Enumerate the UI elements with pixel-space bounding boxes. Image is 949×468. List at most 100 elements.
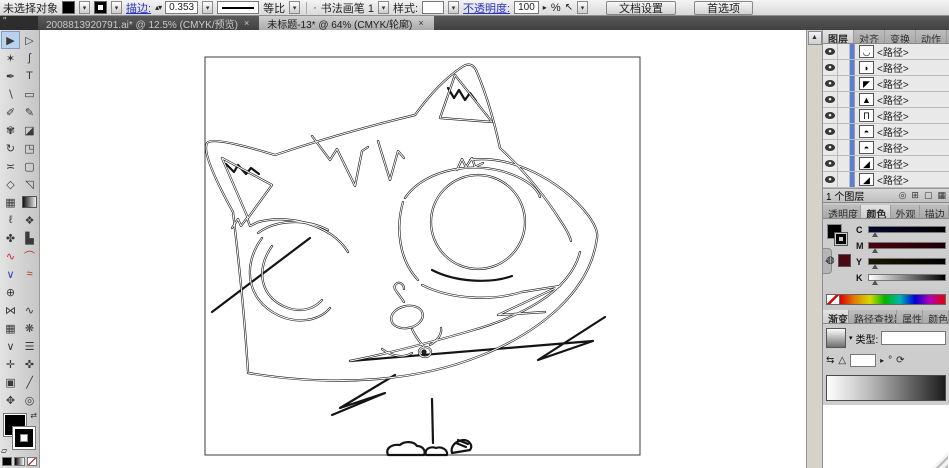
close-tab-icon[interactable]: × [416,18,425,29]
lock-toggle[interactable] [838,92,850,107]
new-layer-icon[interactable]: ▢ [924,190,933,201]
scroll-up-icon[interactable]: ▲ [808,31,822,45]
lock-toggle[interactable] [838,60,850,75]
gradient-type-select[interactable] [881,331,946,345]
panel-tab-3[interactable]: 动作 [916,30,947,43]
fill-stroke-indicator[interactable]: ⇄ ▱ [0,411,38,455]
lasso-tool[interactable]: ʃ [20,49,39,67]
visibility-toggle[interactable] [823,76,838,91]
blob-brush-tool[interactable]: ✾ [1,121,20,139]
layer-label[interactable]: <路径> [877,60,909,75]
plugin-arc-tool[interactable]: ⌒ [20,247,39,265]
paintbrush-tool[interactable]: ✐ [1,103,20,121]
layer-label[interactable]: <路径> [877,92,909,107]
layer-row[interactable]: ◢<路径> [823,172,949,188]
close-tab-icon[interactable]: × [242,18,251,29]
panel-tab-0[interactable]: 图层 [823,30,854,43]
panel-tab-0[interactable]: 渐变 [823,310,849,323]
visibility-toggle[interactable] [823,124,838,139]
stroke-dropdown-icon[interactable]: ▾ [111,1,122,14]
layer-row[interactable]: ◗<路径> [823,60,949,76]
canvas-area[interactable] [40,30,806,468]
slice-tool[interactable]: ▣ [1,373,20,391]
stroke-stepper-icon[interactable]: ▴▾ [155,3,161,12]
opacity-spinner-icon[interactable]: ▸ [543,3,547,12]
fill-dropdown-icon[interactable]: ▾ [79,1,90,14]
document-setup-button[interactable]: 文档设置 [606,1,676,15]
knife-tool[interactable]: ╱ [20,373,39,391]
visibility-toggle[interactable] [823,44,838,59]
pen-tool[interactable]: ✒ [1,67,20,85]
cmyk-slider-y[interactable]: Y [856,255,946,268]
clipping-mask-icon[interactable]: ◎ [899,190,907,201]
cmyk-slider-m[interactable]: M [856,239,946,252]
none-mode-button[interactable] [27,457,37,466]
opacity-field[interactable]: 100 [514,1,539,14]
layer-row[interactable]: ◓<路径> [823,140,949,156]
out-of-gamut-icon[interactable]: ◍ [826,255,835,266]
hand-tool[interactable]: ✥ [1,391,20,409]
layer-label[interactable]: <路径> [877,124,909,139]
angle-spinner-icon[interactable]: ▸ [880,356,884,365]
gradient-tool[interactable] [22,196,37,208]
plugin-wave-tool[interactable]: ≈ [20,265,39,283]
measure-tool[interactable]: ✛ [1,355,20,373]
resize-grip-icon[interactable] [918,452,948,468]
rows-columns-tool[interactable]: ☰ [20,337,39,355]
panel-tab-3[interactable]: 颜色 [923,310,949,323]
slider-bar[interactable] [868,274,946,281]
default-fill-stroke-icon[interactable]: ▱ [1,446,7,455]
lock-toggle[interactable] [838,44,850,59]
gradient-aspect-icon[interactable]: ⟳ [896,355,904,366]
stroke-weight-dropdown-icon[interactable]: ▾ [202,1,213,14]
plugin-curve-tool[interactable]: ∿ [1,247,20,265]
stroke-weight-link[interactable]: 描边: [126,0,151,16]
scale-tool[interactable]: ◳ [20,139,39,157]
lattice-tool[interactable]: ▦ [1,319,20,337]
style-field[interactable] [422,1,444,14]
perspective-grid-tool[interactable]: ◹ [20,175,39,193]
stroke-swatch-large[interactable] [12,426,36,450]
lock-toggle[interactable] [838,124,850,139]
visibility-toggle[interactable] [823,92,838,107]
type-tool[interactable]: T [20,67,39,85]
pencil-tool[interactable]: ✎ [20,103,39,121]
slider-marker[interactable] [872,277,878,285]
lock-toggle[interactable] [838,108,850,123]
opacity-link[interactable]: 不透明度: [463,0,510,16]
layer-label[interactable]: <路径> [877,172,909,187]
selection-tool[interactable]: ▶ [1,31,20,49]
slider-marker[interactable] [872,245,878,253]
color-spectrum-bar[interactable] [826,294,946,305]
panel-tab-2[interactable]: 属性 [897,310,923,323]
document-tab[interactable]: 2008813920791.ai* @ 12.5% (CMYK/预览)× [38,16,259,30]
visibility-toggle[interactable] [823,156,838,171]
gradient-angle-input[interactable] [850,354,876,367]
preferences-button[interactable]: 首选项 [694,1,753,15]
target-tool[interactable]: ⊕ [1,283,20,301]
twirl-tool[interactable]: ❋ [20,319,39,337]
magic-wand-tool[interactable]: ✶ [1,49,20,67]
visibility-toggle[interactable] [823,108,838,123]
layer-row[interactable]: ◡<路径> [823,44,949,60]
mini-stroke-swatch[interactable] [834,232,848,246]
symbol-sprayer-tool[interactable]: ✤ [1,229,20,247]
gradient-thumbnail[interactable] [826,328,846,348]
layer-label[interactable]: <路径> [877,76,909,91]
none-color-swatch[interactable] [827,295,840,304]
gradient-ramp-bar[interactable] [826,375,946,401]
pointer-icon[interactable]: ↖ [565,2,573,13]
slider-marker[interactable] [872,261,878,269]
layer-label[interactable]: <路径> [877,156,909,171]
line-tool[interactable]: ∖ [1,85,20,103]
color-mode-button[interactable] [2,457,12,466]
warp-tool[interactable]: ⋈ [1,301,20,319]
eraser-tool[interactable]: ◪ [20,121,39,139]
layer-row[interactable]: Π<路径> [823,108,949,124]
swap-fill-stroke-icon[interactable]: ⇄ [30,411,37,420]
scallop-tool[interactable]: ∨ [1,337,20,355]
slider-bar[interactable] [868,226,946,233]
layer-row[interactable]: ◤<路径> [823,76,949,92]
rotate-tool[interactable]: ↻ [1,139,20,157]
column-graph-tool[interactable]: ▙ [20,229,39,247]
